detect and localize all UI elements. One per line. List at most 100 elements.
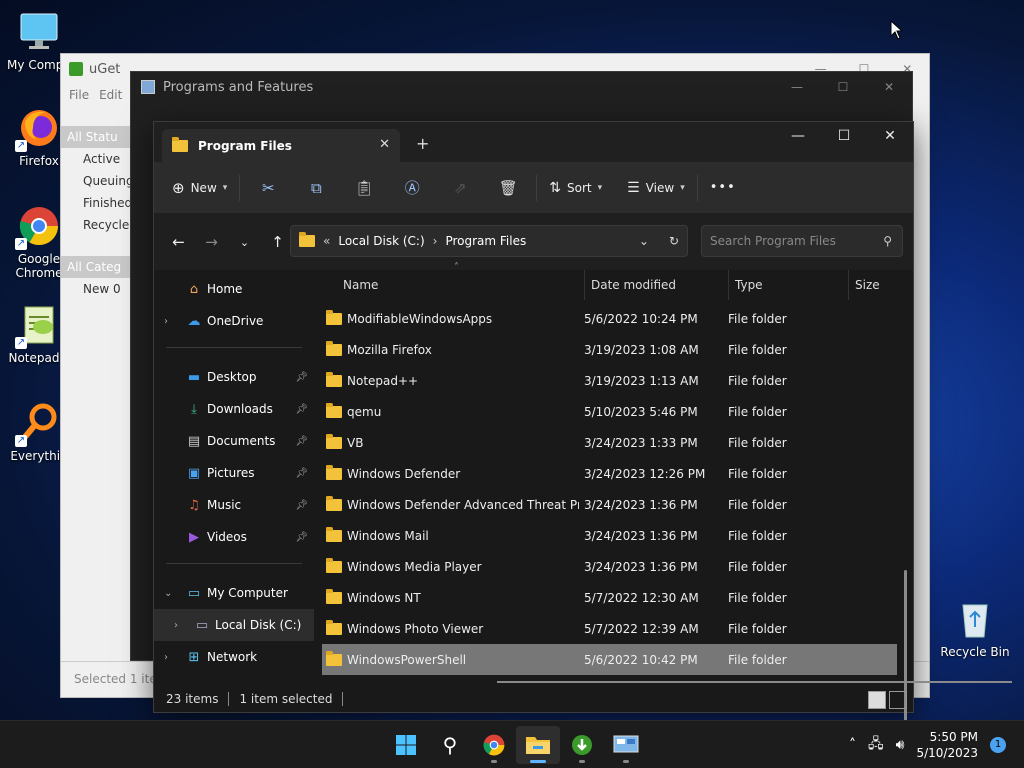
explorer-close-button[interactable]: ✕ bbox=[867, 122, 913, 152]
column-size[interactable]: Size bbox=[849, 270, 919, 300]
search-input[interactable]: Search Program Files ⚲ bbox=[701, 225, 903, 257]
control-panel-icon bbox=[613, 735, 639, 753]
breadcrumb-overflow[interactable]: « bbox=[323, 234, 330, 248]
recent-locations-button[interactable]: ⌄ bbox=[228, 236, 261, 249]
file-row[interactable]: Windows Media Player 3/24/2023 1:36 PM Fil… bbox=[322, 551, 897, 582]
explorer-minimize-button[interactable]: — bbox=[775, 122, 821, 152]
new-button[interactable]: ⊕ New ▾ bbox=[164, 172, 235, 204]
taskbar-uget[interactable] bbox=[560, 726, 604, 764]
taskbar-file-explorer[interactable] bbox=[516, 726, 560, 764]
file-row-selected[interactable]: WindowsPowerShell 5/6/2022 10:42 PM File f… bbox=[322, 644, 897, 675]
nav-documents[interactable]: ▤ Documents 📌︎ bbox=[154, 425, 314, 457]
column-name[interactable]: Name bbox=[314, 270, 585, 300]
view-button[interactable]: ☰ View ▾ bbox=[619, 172, 693, 204]
column-date-modified[interactable]: Date modified bbox=[585, 270, 729, 300]
horizontal-scrollbar[interactable] bbox=[497, 681, 1012, 683]
forward-button[interactable]: → bbox=[195, 233, 228, 251]
file-row[interactable]: ModifiableWindowsApps 5/6/2022 10:24 PM Fi… bbox=[322, 303, 897, 334]
notification-badge[interactable]: 1 bbox=[990, 737, 1006, 753]
chevron-right-icon: › bbox=[164, 651, 168, 663]
chevron-down-icon: ⌄ bbox=[164, 587, 173, 599]
uget-category-finished[interactable]: Finished bbox=[61, 192, 141, 214]
breadcrumb-program-files[interactable]: Program Files bbox=[445, 234, 526, 248]
nav-desktop[interactable]: ▬ Desktop 📌︎ bbox=[154, 361, 314, 393]
taskbar: ⚲ ˄ 🖧︎ 🔊︎ 5:50 PM 5/10/2023 1 bbox=[0, 720, 1024, 768]
nav-network[interactable]: › ⊞ Network bbox=[154, 641, 314, 673]
uget-menu-file[interactable]: File bbox=[69, 88, 89, 102]
tab-title: Program Files bbox=[198, 138, 292, 153]
uget-category-new[interactable]: New 0 bbox=[61, 278, 141, 300]
toolbar-separator bbox=[536, 174, 538, 201]
show-hidden-icons-button[interactable]: ˄ bbox=[849, 737, 856, 753]
new-tab-button[interactable]: + bbox=[416, 134, 429, 153]
back-button[interactable]: ← bbox=[162, 233, 195, 251]
tiles-view-button[interactable] bbox=[889, 691, 907, 709]
explorer-window[interactable]: Program Files ✕ + — ☐ ✕ ⊕ New ▾ ✂ ⧉ 📋︎ Ⓐ… bbox=[153, 121, 1012, 760]
pf-title: Programs and Features bbox=[163, 79, 314, 95]
file-row[interactable]: Windows Mail 3/24/2023 1:36 PM File folder bbox=[322, 520, 897, 551]
search-button[interactable]: ⚲ bbox=[428, 726, 472, 764]
share-button[interactable]: ⇗ bbox=[436, 172, 484, 204]
chevron-right-icon: › bbox=[164, 315, 168, 327]
delete-button[interactable]: 🗑︎ bbox=[484, 172, 532, 204]
start-button[interactable] bbox=[384, 726, 428, 764]
breadcrumb-local-disk[interactable]: Local Disk (C:) bbox=[338, 234, 424, 248]
file-row[interactable]: Windows Defender Advanced Threat Prot...… bbox=[322, 489, 897, 520]
downloads-icon: ⤓ bbox=[191, 401, 197, 417]
see-more-button[interactable]: ••• bbox=[702, 172, 744, 204]
uget-category-all-status[interactable]: All Statu bbox=[61, 126, 141, 148]
pf-close-button[interactable]: ✕ bbox=[866, 72, 912, 102]
uget-category-queuing[interactable]: Queuing bbox=[61, 170, 141, 192]
share-icon: ⇗ bbox=[454, 178, 467, 197]
sort-button[interactable]: ⇅ Sort ▾ bbox=[541, 172, 610, 204]
nav-onedrive[interactable]: › ☁ OneDrive bbox=[154, 305, 314, 337]
taskbar-chrome[interactable] bbox=[472, 726, 516, 764]
plus-circle-icon: ⊕ bbox=[172, 178, 185, 197]
nav-music[interactable]: ♫ Music 📌︎ bbox=[154, 489, 314, 521]
clock-time: 5:50 PM bbox=[929, 730, 978, 744]
file-row[interactable]: Windows Photo Viewer 5/7/2022 12:39 AM Fil… bbox=[322, 613, 897, 644]
copy-button[interactable]: ⧉ bbox=[292, 172, 340, 204]
more-icon: ••• bbox=[709, 180, 736, 195]
details-view-button[interactable] bbox=[868, 691, 886, 709]
tab-program-files[interactable]: Program Files ✕ bbox=[162, 129, 400, 162]
nav-my-computer[interactable]: ⌄ ▭ My Computer bbox=[154, 577, 314, 609]
network-status-icon[interactable]: 🖧︎ bbox=[868, 733, 884, 757]
desktop-icon-recycle-bin[interactable]: Recycle Bin bbox=[938, 597, 1012, 659]
pf-minimize-button[interactable]: — bbox=[774, 72, 820, 102]
uget-menu-edit[interactable]: Edit bbox=[99, 88, 122, 102]
tab-close-button[interactable]: ✕ bbox=[379, 137, 390, 152]
rename-button[interactable]: Ⓐ bbox=[388, 172, 436, 204]
new-button-label: New bbox=[190, 180, 217, 195]
file-row[interactable]: qemu 5/10/2023 5:46 PM File folder bbox=[322, 396, 897, 427]
running-indicator bbox=[579, 760, 585, 763]
nav-downloads[interactable]: ⤓ Downloads 📌︎ bbox=[154, 393, 314, 425]
address-dropdown-button[interactable]: ⌄ bbox=[639, 234, 649, 248]
volume-icon[interactable]: 🔊︎ bbox=[896, 737, 905, 753]
nav-home[interactable]: ⌂ Home bbox=[154, 273, 314, 305]
paste-button[interactable]: 📋︎ bbox=[340, 172, 388, 204]
file-row[interactable]: Windows Defender 3/24/2023 12:26 PM File f… bbox=[322, 458, 897, 489]
uget-category-all-categories[interactable]: All Categ bbox=[61, 256, 141, 278]
taskbar-control-panel[interactable] bbox=[604, 726, 648, 764]
clock[interactable]: 5:50 PM 5/10/2023 bbox=[916, 729, 978, 761]
file-row[interactable]: Notepad++ 3/19/2023 1:13 AM File folder bbox=[322, 365, 897, 396]
folder-icon bbox=[326, 557, 342, 573]
drive-icon: ▭ bbox=[195, 617, 209, 633]
refresh-button[interactable]: ↻ bbox=[669, 234, 679, 248]
file-row[interactable]: Mozilla Firefox 3/19/2023 1:08 AM File fol… bbox=[322, 334, 897, 365]
cut-button[interactable]: ✂ bbox=[244, 172, 292, 204]
pf-maximize-button[interactable]: ☐ bbox=[820, 72, 866, 102]
nav-videos[interactable]: ▶ Videos 📌︎ bbox=[154, 521, 314, 553]
nav-local-disk[interactable]: › ▭ Local Disk (C:) bbox=[154, 609, 314, 641]
file-row[interactable]: VB 3/24/2023 1:33 PM File folder bbox=[322, 427, 897, 458]
desktop-icon: ▬ bbox=[187, 369, 201, 385]
address-bar[interactable]: « Local Disk (C:) › Program Files ⌄ ↻ bbox=[290, 225, 688, 257]
uget-category-active[interactable]: Active bbox=[61, 148, 141, 170]
folder-icon bbox=[326, 495, 342, 511]
uget-category-recycled[interactable]: Recycled bbox=[61, 214, 141, 236]
nav-pictures[interactable]: ▣ Pictures 📌︎ bbox=[154, 457, 314, 489]
file-row[interactable]: Windows NT 5/7/2022 12:30 AM File folder bbox=[322, 582, 897, 613]
column-type[interactable]: Type bbox=[729, 270, 849, 300]
explorer-maximize-button[interactable]: ☐ bbox=[821, 122, 867, 152]
